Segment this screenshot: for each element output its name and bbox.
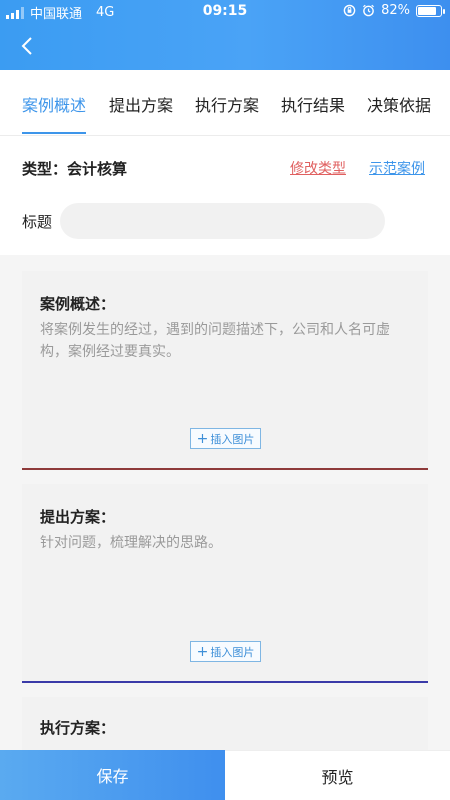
status-right: 82%: [343, 3, 445, 18]
propose-plan-card[interactable]: 提出方案： 针对问题，梳理解决的思路。 + 插入图片: [22, 484, 428, 683]
active-tab-indicator: [22, 132, 86, 134]
app-header: 中国联通 4G 09:15 82%: [0, 0, 450, 70]
preview-button[interactable]: 预览: [225, 750, 450, 800]
tab-propose-plan[interactable]: 提出方案: [109, 92, 173, 116]
battery-icon: [416, 4, 445, 17]
bottom-action-bar: 保存 预览: [0, 750, 450, 800]
tab-bar: 案例概述 提出方案 执行方案 执行结果 决策依据: [0, 70, 450, 136]
title-label: 标题: [22, 213, 53, 231]
tab-execution-result[interactable]: 执行结果: [281, 92, 345, 116]
insert-image-label: 插入图片: [210, 432, 255, 446]
battery-label: 82%: [381, 3, 410, 18]
back-chevron-icon[interactable]: [14, 32, 42, 60]
plus-icon: +: [196, 643, 209, 660]
tab-decision-basis[interactable]: 决策依据: [367, 92, 431, 116]
insert-image-button[interactable]: + 插入图片: [190, 428, 261, 449]
type-label: 类型：: [22, 160, 68, 178]
card-title: 案例概述：: [40, 295, 116, 313]
type-value: 会计核算: [67, 160, 128, 178]
example-case-link[interactable]: 示范案例: [369, 158, 425, 178]
insert-image-button[interactable]: + 插入图片: [190, 641, 261, 662]
save-button[interactable]: 保存: [0, 750, 225, 800]
tab-case-overview[interactable]: 案例概述: [22, 92, 86, 116]
status-bar: 中国联通 4G 09:15 82%: [0, 0, 450, 24]
title-input[interactable]: [60, 203, 385, 239]
rotation-lock-icon: [343, 4, 356, 17]
insert-image-label: 插入图片: [210, 645, 255, 659]
plus-icon: +: [196, 430, 209, 447]
card-hint[interactable]: 针对问题，梳理解决的思路。: [40, 532, 400, 554]
card-title: 执行方案：: [40, 719, 116, 737]
type-row: 类型：会计核算: [22, 158, 127, 179]
case-overview-card[interactable]: 案例概述： 将案例发生的经过，遇到的问题描述下，公司和人名可虚构，案例经过要真实…: [22, 271, 428, 470]
tab-execute-plan[interactable]: 执行方案: [195, 92, 259, 116]
card-hint[interactable]: 将案例发生的经过，遇到的问题描述下，公司和人名可虚构，案例经过要真实。: [40, 319, 400, 363]
edit-type-link[interactable]: 修改类型: [290, 158, 346, 178]
card-title: 提出方案：: [40, 508, 116, 526]
alarm-icon: [363, 4, 375, 17]
